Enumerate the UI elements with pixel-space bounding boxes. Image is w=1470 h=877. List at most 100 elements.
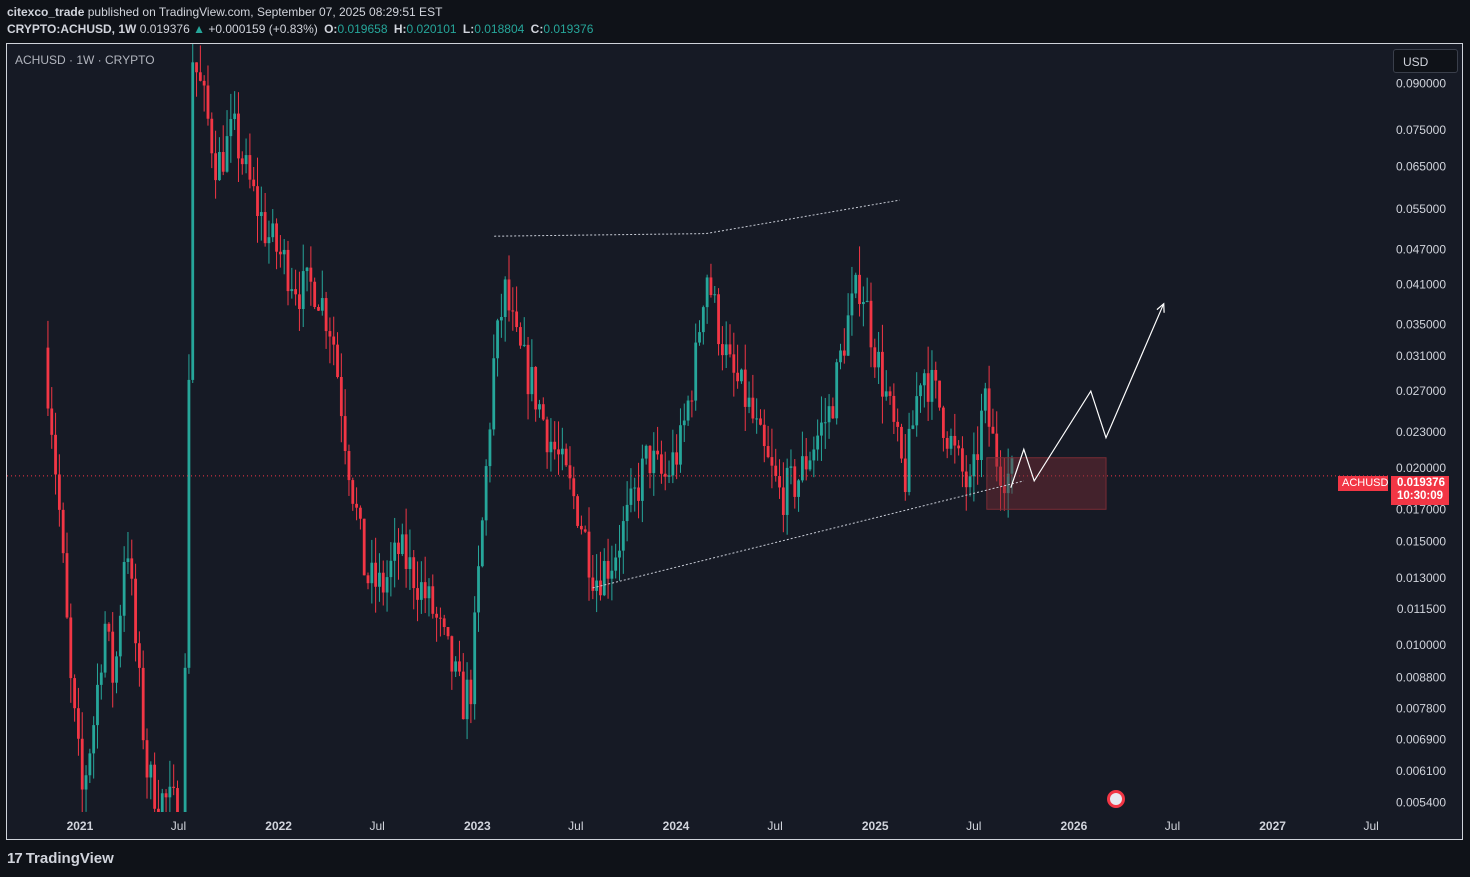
candle-body bbox=[602, 560, 606, 596]
candle-body bbox=[317, 307, 320, 311]
candle-body bbox=[54, 434, 57, 475]
candle-body bbox=[134, 578, 137, 644]
candle-body bbox=[233, 113, 237, 120]
candle-body bbox=[740, 369, 743, 382]
y-tick-label: 0.090000 bbox=[1396, 76, 1446, 90]
candle-body bbox=[648, 445, 652, 474]
candle-body bbox=[793, 466, 797, 497]
candle-body bbox=[861, 302, 865, 305]
candle-body bbox=[572, 478, 576, 497]
candle-body bbox=[679, 425, 682, 465]
candle-body bbox=[579, 525, 583, 530]
x-tick-label: Jul bbox=[1363, 819, 1378, 833]
candle-body bbox=[480, 520, 484, 567]
candle-body bbox=[221, 152, 225, 172]
candle-body bbox=[427, 586, 431, 599]
candle-body bbox=[751, 397, 755, 419]
candle-body bbox=[640, 458, 644, 501]
candle-body bbox=[328, 331, 332, 337]
candle-body bbox=[568, 465, 572, 479]
candle-body bbox=[393, 542, 397, 561]
candle-body bbox=[850, 293, 854, 316]
candle-body bbox=[339, 376, 343, 417]
candle-body bbox=[599, 580, 602, 596]
candle-body bbox=[667, 475, 671, 477]
candle-body bbox=[511, 310, 515, 312]
candle-body bbox=[115, 656, 118, 683]
candle-body bbox=[412, 557, 416, 589]
candle-body bbox=[446, 627, 450, 637]
candle-body bbox=[705, 277, 709, 308]
y-tick-label: 0.020000 bbox=[1396, 461, 1446, 475]
candle-body bbox=[218, 152, 221, 181]
candle-body bbox=[557, 449, 560, 455]
candle-body bbox=[240, 158, 244, 165]
currency-button[interactable]: USD bbox=[1393, 49, 1458, 73]
candle-body bbox=[892, 395, 896, 422]
y-tick-label: 0.015000 bbox=[1396, 534, 1446, 548]
candle-body bbox=[336, 344, 339, 377]
candle-body bbox=[256, 186, 259, 217]
candle-body bbox=[972, 454, 976, 477]
candle-body bbox=[202, 80, 206, 86]
candle-body bbox=[564, 448, 568, 466]
candle-body bbox=[496, 320, 499, 359]
symbol-price-tag: ACHUSD bbox=[1338, 476, 1388, 491]
candle-body bbox=[846, 315, 850, 356]
candle-body bbox=[953, 435, 957, 446]
candle-body bbox=[282, 249, 286, 255]
candle-body bbox=[983, 388, 987, 411]
tradingview-logo[interactable]: 17 TradingView bbox=[7, 850, 114, 867]
candle-body bbox=[244, 155, 248, 165]
price-chart[interactable]: 0.090000 0.075000 0.065000 0.055000 0.047000… bbox=[0, 0, 1470, 877]
candle-body bbox=[820, 422, 823, 436]
candle-body bbox=[362, 518, 366, 576]
candle-body bbox=[534, 366, 538, 410]
candle-body bbox=[118, 615, 122, 657]
candle-body bbox=[69, 617, 73, 679]
candle-body bbox=[884, 391, 888, 397]
lower-trendline bbox=[592, 480, 1024, 589]
candle-body bbox=[915, 396, 919, 426]
candle-body bbox=[168, 786, 172, 798]
candle-body bbox=[252, 179, 256, 187]
candle-body bbox=[713, 294, 717, 296]
candle-body bbox=[381, 572, 385, 593]
candle-body bbox=[694, 342, 698, 401]
candle-body bbox=[682, 420, 686, 426]
candle-body bbox=[919, 385, 922, 397]
candle-body bbox=[172, 786, 176, 789]
x-tick-label: 2027 bbox=[1259, 819, 1286, 833]
tradingview-logo-text: TradingView bbox=[25, 850, 114, 867]
y-tick-label: 0.011500 bbox=[1397, 602, 1446, 616]
candle-body bbox=[907, 428, 911, 493]
candle-body bbox=[938, 380, 941, 408]
candle-body bbox=[896, 421, 900, 427]
candle-body bbox=[503, 279, 507, 318]
candle-body bbox=[259, 212, 263, 217]
candle-body bbox=[755, 418, 759, 420]
candle-body bbox=[320, 298, 324, 311]
candle-body bbox=[515, 311, 519, 328]
candle-body bbox=[976, 454, 980, 461]
candle-body bbox=[968, 476, 972, 488]
candle-body bbox=[530, 366, 534, 395]
candle-body bbox=[46, 347, 50, 409]
candle-body bbox=[637, 487, 640, 501]
candle-body bbox=[560, 448, 564, 455]
y-tick-label: 0.007800 bbox=[1396, 701, 1446, 715]
candle-body bbox=[324, 298, 328, 332]
candle-body bbox=[454, 661, 458, 672]
candle-body bbox=[770, 457, 774, 466]
candle-body bbox=[267, 237, 271, 244]
candle-body bbox=[507, 279, 511, 311]
candle-body bbox=[198, 72, 202, 81]
candle-body bbox=[149, 764, 153, 778]
y-tick-label: 0.006900 bbox=[1396, 733, 1446, 747]
candle-body bbox=[404, 534, 408, 569]
candle-body bbox=[461, 671, 465, 720]
candle-body bbox=[553, 441, 557, 450]
candle-body bbox=[358, 507, 362, 519]
candle-body bbox=[225, 136, 229, 172]
candles-layer bbox=[46, 44, 1014, 812]
